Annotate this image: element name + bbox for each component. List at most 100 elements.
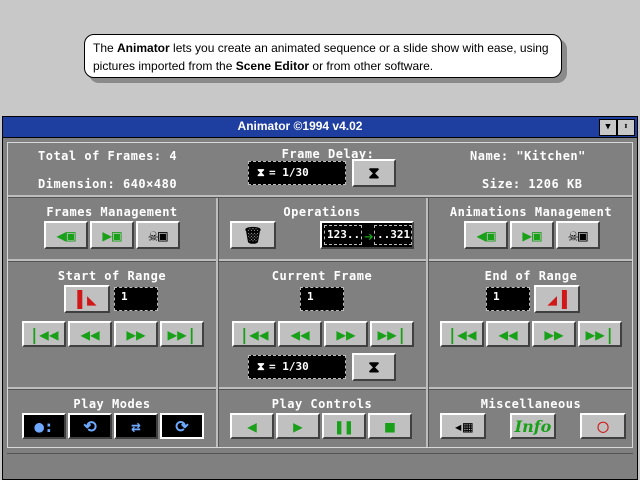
maximize-icon[interactable]: ⬍ (617, 119, 635, 136)
end-marker-icon: ◢▐ (547, 289, 567, 309)
divider (8, 387, 632, 390)
next-frame-button[interactable]: ▶▶ (532, 321, 576, 347)
last-frame-button[interactable]: ▶▶| (578, 321, 622, 347)
prev-frame-button[interactable]: ◀◀ (486, 321, 530, 347)
skip-first-icon: |◀◀ (447, 324, 477, 344)
skull-icon: ☠▣ (568, 225, 588, 245)
save-animation-button[interactable]: ▶▣ (510, 221, 554, 249)
arrow-right-icon: ➔ (364, 227, 374, 246)
animator-window: Animator ©1994 v4.02 ▼ ⬍ Total of Frames… (2, 116, 638, 480)
floppy-in-icon: ◀▣ (56, 225, 76, 245)
forward-icon: ▶▶ (126, 324, 146, 344)
play-backward-button[interactable]: ◀ (230, 413, 274, 439)
first-frame-button[interactable]: |◀◀ (440, 321, 484, 347)
delete-frame-button[interactable]: ☠▣ (136, 221, 180, 249)
play-button[interactable]: ▶ (276, 413, 320, 439)
pause-button[interactable]: ❚❚ (322, 413, 366, 439)
frames-management-label: Frames Management (46, 205, 178, 219)
play-left-icon: ◀ (247, 416, 257, 436)
dimension: Dimension: 640×480 (38, 177, 178, 191)
prev-frame-button[interactable]: ◀◀ (278, 321, 322, 347)
export-button[interactable]: ◂▦ (440, 413, 486, 439)
forward-icon: ▶▶ (336, 324, 356, 344)
title-bar[interactable]: Animator ©1994 v4.02 ▼ ⬍ (3, 117, 637, 138)
stop-button[interactable]: ■ (368, 413, 412, 439)
forward-icon: ▶▶ (544, 324, 564, 344)
current-frame-field[interactable]: 1 (300, 287, 344, 311)
floppy-out-icon: ▶▣ (522, 225, 542, 245)
dots-icon: ●: (34, 416, 54, 436)
save-frame-button[interactable]: ▶▣ (90, 221, 134, 249)
hourglass-icon: ⧗ (368, 357, 380, 376)
set-end-button[interactable]: ◢▐ (534, 285, 580, 313)
circle-icon: ◯ (597, 415, 609, 437)
current-delay-button[interactable]: ⧗ (352, 353, 396, 381)
play-modes-label: Play Modes (73, 397, 151, 411)
pause-icon: ❚❚ (334, 416, 354, 436)
tooltip: The Animator lets you create an animated… (84, 34, 562, 78)
last-frame-button[interactable]: ▶▶| (160, 321, 204, 347)
loop-icon: ⟲ (83, 416, 97, 436)
prev-frame-button[interactable]: ◀◀ (68, 321, 112, 347)
minimize-icon[interactable]: ▼ (599, 119, 617, 136)
rewind-icon: ◀◀ (498, 324, 518, 344)
quit-button[interactable]: ◯ (580, 413, 626, 439)
set-start-button[interactable]: ▌◣ (64, 285, 110, 313)
delete-animation-button[interactable]: ☠▣ (556, 221, 600, 249)
miscellaneous-label: Miscellaneous (480, 397, 582, 411)
hourglass-icon: ⧗ (257, 360, 265, 373)
start-marker-icon: ▌◣ (77, 289, 97, 309)
filmstrip-icon: ◂▦ (453, 416, 473, 436)
continuous-loop-icon: ⟳ (175, 416, 189, 436)
rewind-icon: ◀◀ (80, 324, 100, 344)
play-mode-continuous[interactable]: ⟳ (160, 413, 204, 439)
play-mode-pingpong[interactable]: ⇄ (114, 413, 158, 439)
animations-management-label: Animations Management (449, 205, 613, 219)
window-title: Animator ©1994 v4.02 (237, 119, 363, 133)
current-frame-label: Current Frame (271, 269, 373, 283)
play-controls-label: Play Controls (271, 397, 373, 411)
last-frame-button[interactable]: ▶▶| (370, 321, 414, 347)
info-button[interactable]: Info (510, 413, 556, 439)
first-frame-button[interactable]: |◀◀ (22, 321, 66, 347)
animation-size: Size: 1206 KB (482, 177, 583, 191)
play-mode-loop[interactable]: ⟲ (68, 413, 112, 439)
status-bar (7, 453, 633, 474)
main-panel: Total of Frames: 4 Dimension: 640×480 Fr… (7, 142, 633, 448)
rewind-icon: ◀◀ (290, 324, 310, 344)
skip-last-icon: ▶▶| (167, 324, 197, 344)
delay-set-button[interactable]: ⧗ (352, 159, 396, 187)
skull-icon: ☠▣ (148, 225, 168, 245)
trash-icon: 🗑 (242, 225, 264, 245)
next-frame-button[interactable]: ▶▶ (324, 321, 368, 347)
floppy-in-icon: ◀▣ (476, 225, 496, 245)
hourglass-icon: ⧗ (257, 166, 265, 179)
divider (8, 259, 632, 262)
first-frame-button[interactable]: |◀◀ (232, 321, 276, 347)
trash-button[interactable]: 🗑 (230, 221, 276, 249)
floppy-out-icon: ▶▣ (102, 225, 122, 245)
reverse-frames-button[interactable]: 123.. ➔ ..321 (320, 221, 414, 249)
total-frames: Total of Frames: 4 (38, 149, 178, 163)
skip-last-icon: ▶▶| (585, 324, 615, 344)
hourglass-icon: ⧗ (368, 163, 380, 182)
frame-delay-field[interactable]: ⧗ = 1/30 (248, 161, 346, 185)
start-frame-field[interactable]: 1 (114, 287, 158, 311)
load-frame-button[interactable]: ◀▣ (44, 221, 88, 249)
stop-icon: ■ (385, 416, 395, 436)
current-delay-field[interactable]: ⧗ = 1/30 (248, 355, 346, 379)
skip-first-icon: |◀◀ (29, 324, 59, 344)
divider (8, 195, 632, 198)
play-mode-once[interactable]: ●: (22, 413, 66, 439)
play-icon: ▶ (293, 416, 303, 436)
load-animation-button[interactable]: ◀▣ (464, 221, 508, 249)
operations-label: Operations (283, 205, 361, 219)
animation-name: Name: "Kitchen" (470, 149, 586, 163)
next-frame-button[interactable]: ▶▶ (114, 321, 158, 347)
end-range-label: End of Range (484, 269, 578, 283)
start-range-label: Start of Range (57, 269, 167, 283)
end-frame-field[interactable]: 1 (486, 287, 530, 311)
pingpong-icon: ⇄ (131, 416, 141, 436)
skip-last-icon: ▶▶| (377, 324, 407, 344)
skip-first-icon: |◀◀ (239, 324, 269, 344)
